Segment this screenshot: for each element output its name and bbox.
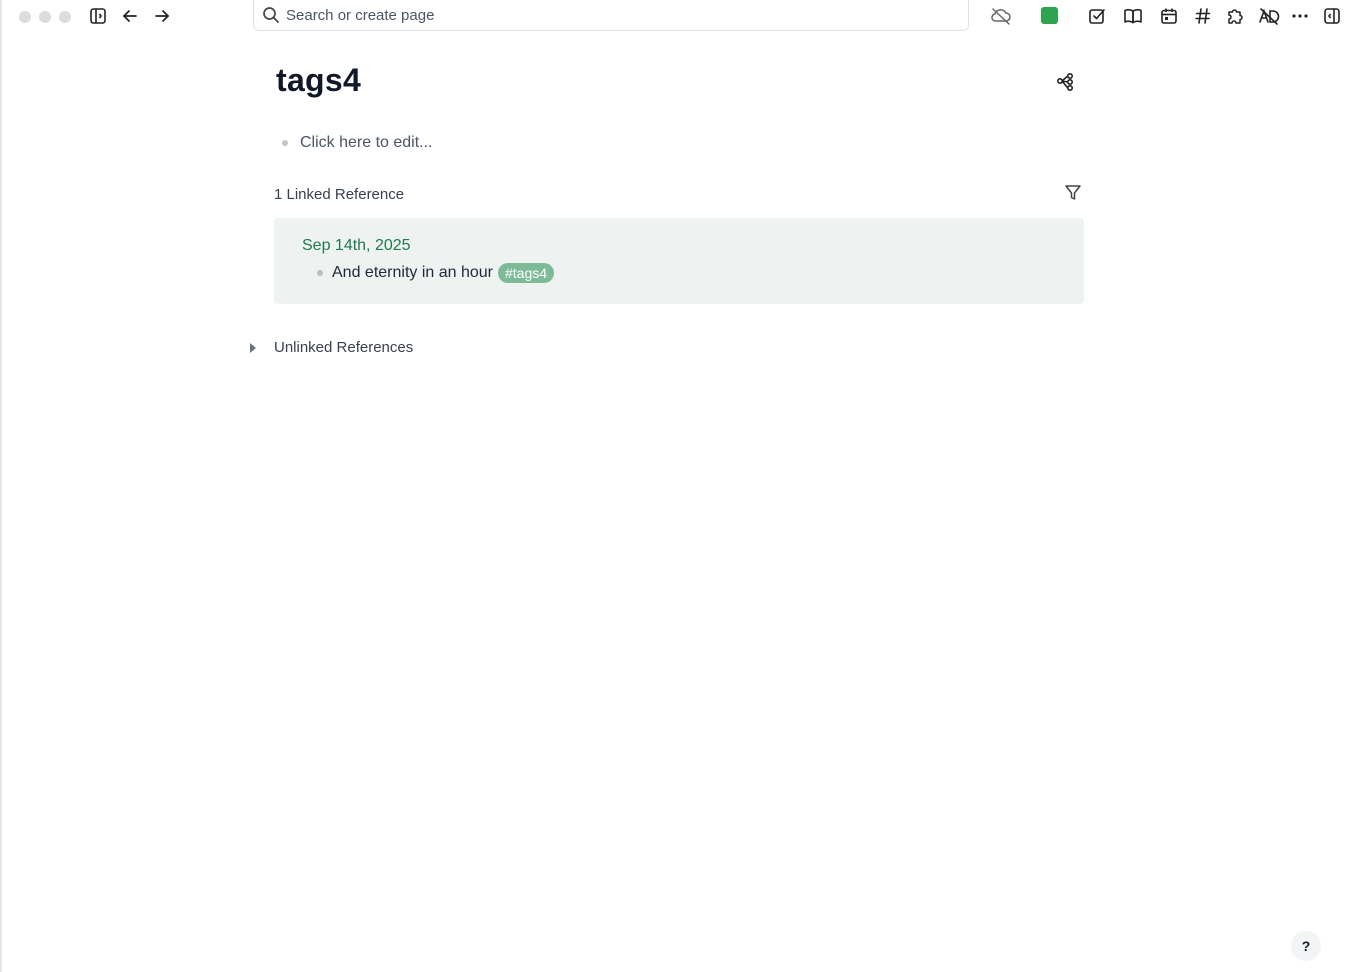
- linked-reference-card: Sep 14th, 2025 And eternity in an hour #…: [274, 218, 1084, 304]
- search-icon: [262, 6, 280, 29]
- reference-block-text[interactable]: And eternity in an hour: [332, 264, 493, 282]
- window-close-button[interactable]: [19, 11, 31, 23]
- back-arrow-icon[interactable]: [118, 4, 142, 28]
- search-bar[interactable]: [253, 0, 969, 31]
- forward-arrow-icon[interactable]: [150, 4, 174, 28]
- puzzle-icon[interactable]: [1223, 4, 1247, 28]
- calendar-icon[interactable]: [1157, 4, 1181, 28]
- block-placeholder[interactable]: Click here to edit...: [300, 134, 433, 152]
- graph-icon[interactable]: [1055, 71, 1077, 93]
- page-title[interactable]: tags4: [276, 62, 361, 99]
- caret-right-icon: [250, 342, 256, 353]
- checkbox-icon[interactable]: [1085, 4, 1109, 28]
- reference-block[interactable]: And eternity in an hour #tags4: [317, 262, 555, 284]
- app-window: tags4 Click here to edit... 1 Linked Ref…: [0, 0, 1352, 972]
- top-bar: [2, 0, 1352, 32]
- search-input[interactable]: [286, 4, 946, 26]
- cloud-off-icon[interactable]: [989, 4, 1013, 28]
- empty-block[interactable]: Click here to edit...: [282, 133, 433, 153]
- right-sidebar-icon[interactable]: [1320, 4, 1344, 28]
- unlinked-references-toggle[interactable]: Unlinked References: [250, 339, 413, 356]
- tag-pill[interactable]: #tags4: [498, 263, 555, 283]
- reference-page-link[interactable]: Sep 14th, 2025: [302, 237, 411, 255]
- block-bullet[interactable]: [282, 140, 288, 146]
- more-icon[interactable]: [1288, 4, 1312, 28]
- sync-status-indicator[interactable]: [1041, 7, 1058, 24]
- sidebar-toggle-icon[interactable]: [86, 4, 110, 28]
- block-bullet[interactable]: [317, 270, 323, 276]
- window-minimize-button[interactable]: [39, 11, 51, 23]
- no-ads-icon[interactable]: [1257, 4, 1281, 28]
- help-button[interactable]: ?: [1291, 931, 1321, 961]
- hashtag-icon[interactable]: [1191, 4, 1215, 28]
- book-icon[interactable]: [1121, 4, 1145, 28]
- filter-icon[interactable]: [1063, 183, 1083, 203]
- linked-references-heading[interactable]: 1 Linked Reference: [274, 186, 404, 203]
- unlinked-references-heading: Unlinked References: [274, 339, 414, 356]
- window-zoom-button[interactable]: [59, 11, 71, 23]
